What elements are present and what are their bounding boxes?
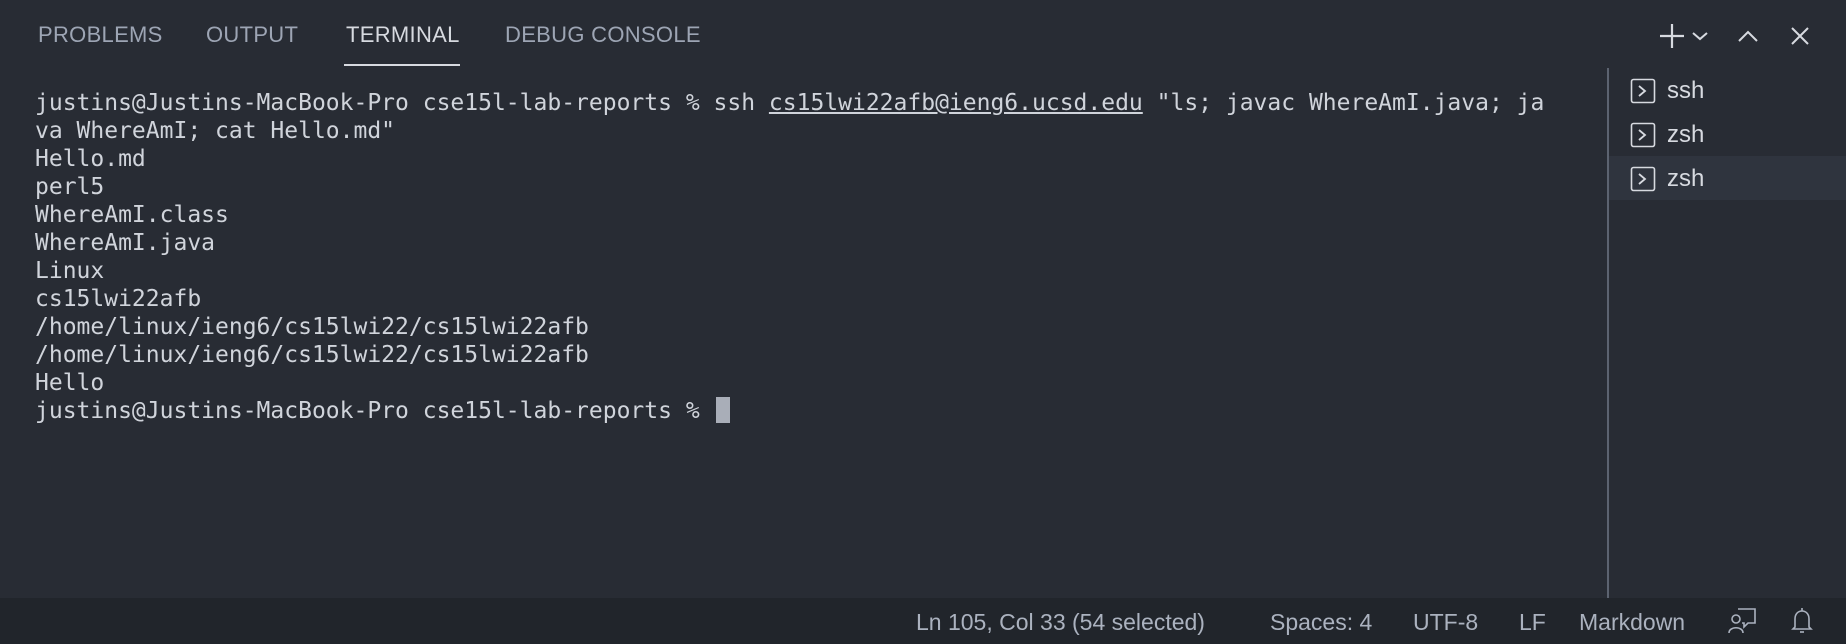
terminal-tab-zsh[interactable]: zsh (1609, 112, 1846, 156)
terminal-tab-zsh-active[interactable]: zsh (1609, 156, 1846, 200)
command-line-1: justins@Justins-MacBook-Pro cse15l-lab-r… (35, 89, 1544, 117)
output-line: /home/linux/ieng6/cs15lwi22/cs15lwi22afb (35, 314, 589, 340)
text-cursor (715, 397, 730, 423)
prompt: justins@Justins-MacBook-Pro cse15l-lab-r… (35, 398, 714, 424)
output-line: Linux (35, 258, 105, 284)
chevron-down-icon (1692, 32, 1708, 41)
language-mode-status[interactable]: Markdown (1579, 609, 1685, 636)
chevron-up-icon (1738, 30, 1758, 42)
tab-problems[interactable]: PROBLEMS (38, 22, 163, 50)
terminal-tab-label: zsh (1667, 121, 1705, 148)
output-line: Hello.md (35, 146, 146, 172)
status-bar: Ln 105, Col 33 (54 selected) Spaces: 4 U… (0, 598, 1846, 644)
command-line-2: va WhereAmI; cat Hello.md" (35, 118, 396, 144)
bell-icon[interactable] (1790, 607, 1814, 635)
output-line: /home/linux/ieng6/cs15lwi22/cs15lwi22afb (35, 342, 589, 368)
output-line: WhereAmI.java (35, 230, 216, 256)
encoding-status[interactable]: UTF-8 (1413, 609, 1478, 636)
command-args: "ls; javac WhereAmI.java; ja (1142, 90, 1545, 116)
panel-tab-bar: PROBLEMS OUTPUT TERMINAL DEBUG CONSOLE (0, 0, 1846, 70)
close-panel-button[interactable] (1780, 18, 1820, 54)
tab-output[interactable]: OUTPUT (206, 22, 298, 50)
indentation-status[interactable]: Spaces: 4 (1270, 609, 1372, 636)
terminal-icon (1630, 122, 1656, 148)
tab-terminal[interactable]: TERMINAL (346, 22, 460, 50)
terminal-tab-label: ssh (1667, 77, 1705, 104)
output-line: WhereAmI.class (35, 202, 229, 228)
terminal-tab-label: zsh (1667, 165, 1705, 192)
prompt: justins@Justins-MacBook-Pro cse15l-lab-r… (35, 90, 714, 116)
cursor-position-status[interactable]: Ln 105, Col 33 (54 selected) (916, 609, 1205, 636)
eol-status[interactable]: LF (1519, 609, 1546, 636)
terminal-profiles-dropdown[interactable] (1682, 18, 1718, 54)
terminal-icon (1630, 78, 1656, 104)
terminal-view[interactable]: justins@Justins-MacBook-Pro cse15l-lab-r… (0, 86, 1600, 596)
ssh-host-link[interactable]: cs15lwi22afb@ieng6.ucsd.edu (769, 90, 1143, 116)
terminal-icon (1630, 166, 1656, 192)
output-line: perl5 (35, 174, 105, 200)
tab-debug-console[interactable]: DEBUG CONSOLE (505, 22, 701, 50)
close-icon (1791, 27, 1809, 45)
active-tab-indicator (344, 64, 460, 66)
feedback-icon[interactable] (1728, 607, 1758, 635)
terminal-tab-ssh[interactable]: ssh (1609, 68, 1846, 112)
command-text: ssh (713, 90, 769, 116)
current-prompt-line[interactable]: justins@Justins-MacBook-Pro cse15l-lab-r… (35, 397, 730, 425)
output-line: Hello (35, 370, 105, 396)
output-line: cs15lwi22afb (35, 286, 202, 312)
maximize-panel-button[interactable] (1728, 18, 1768, 54)
